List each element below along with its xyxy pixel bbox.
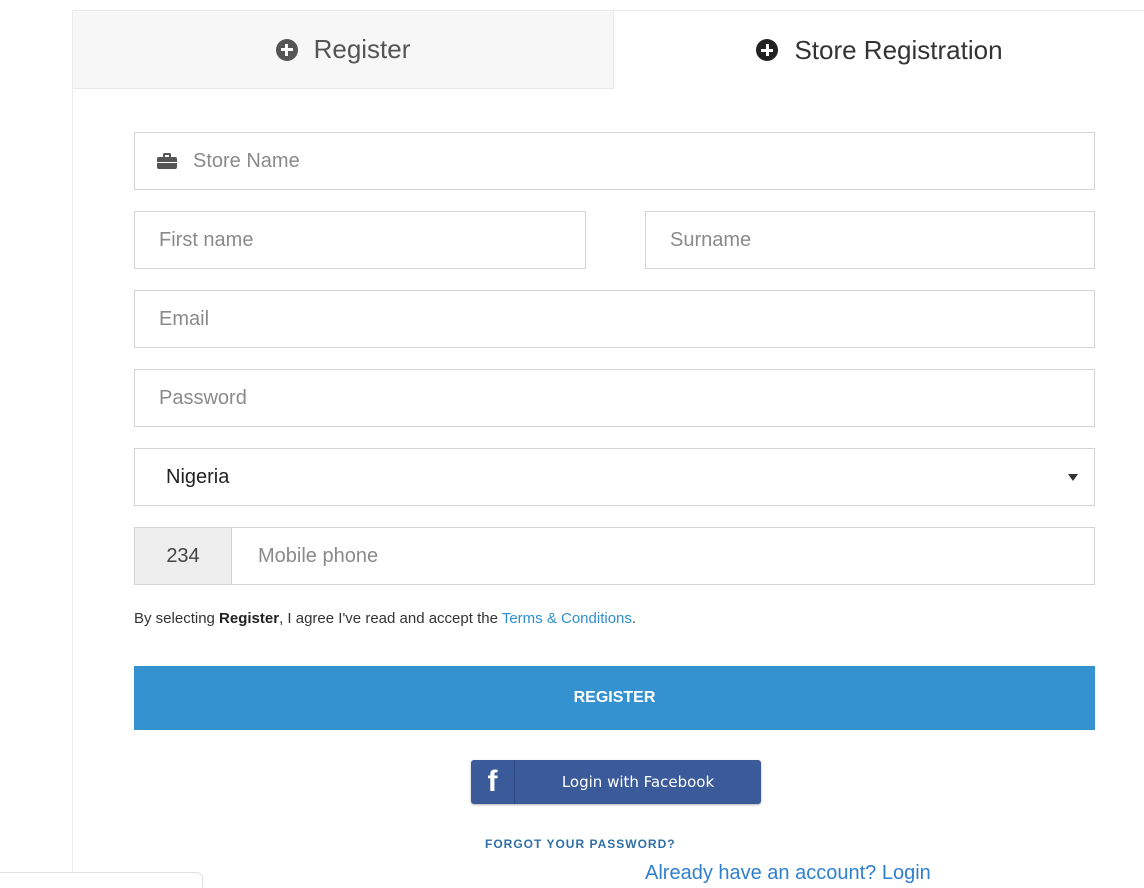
plus-circle-icon — [756, 39, 779, 61]
password-field — [134, 369, 1095, 427]
email-input[interactable] — [159, 291, 1094, 347]
registration-panel: Register Store Registration Nigeria 234 — [72, 10, 1144, 888]
terms-suffix: . — [631, 610, 637, 627]
mobile-phone-input[interactable] — [258, 528, 1094, 584]
email-field — [134, 290, 1095, 348]
caret-down-icon — [1068, 473, 1078, 481]
store-name-input[interactable] — [193, 133, 1094, 189]
login-link[interactable]: Already have an account? Login — [645, 862, 931, 885]
first-name-field — [134, 211, 586, 269]
tab-register-label: Register — [313, 34, 411, 64]
terms-text: By selecting Register, I agree I've read… — [134, 610, 636, 627]
store-name-field — [134, 132, 1095, 190]
surname-input[interactable] — [670, 212, 1094, 268]
first-name-input[interactable] — [159, 212, 585, 268]
tab-store-registration-label: Store Registration — [794, 34, 1003, 65]
plus-circle-icon — [275, 38, 298, 61]
phone-country-code: 234 — [135, 528, 232, 584]
terms-prefix: By selecting — [134, 610, 220, 627]
tab-store-registration[interactable]: Store Registration — [614, 11, 1144, 89]
tab-bar: Register Store Registration — [73, 11, 1144, 89]
bottom-widget-frame — [0, 872, 203, 888]
terms-bold: Register — [219, 610, 280, 627]
forgot-password-link[interactable]: FORGOT YOUR PASSWORD? — [485, 837, 676, 851]
facebook-login-button[interactable]: f Login with Facebook — [471, 760, 761, 804]
terms-conditions-link[interactable]: Terms & Conditions — [502, 610, 632, 627]
phone-field: 234 — [134, 527, 1095, 585]
facebook-icon: f — [471, 760, 515, 804]
briefcase-icon — [157, 153, 177, 169]
password-input[interactable] — [159, 370, 1094, 426]
surname-field — [645, 211, 1095, 269]
tab-register[interactable]: Register — [73, 11, 614, 89]
country-select[interactable]: Nigeria — [134, 448, 1095, 506]
terms-middle: , I agree I've read and accept the — [279, 610, 502, 627]
country-select-value: Nigeria — [166, 465, 230, 488]
register-button[interactable]: REGISTER — [134, 666, 1095, 730]
facebook-letter: f — [487, 765, 498, 798]
facebook-login-label: Login with Facebook — [561, 773, 715, 791]
